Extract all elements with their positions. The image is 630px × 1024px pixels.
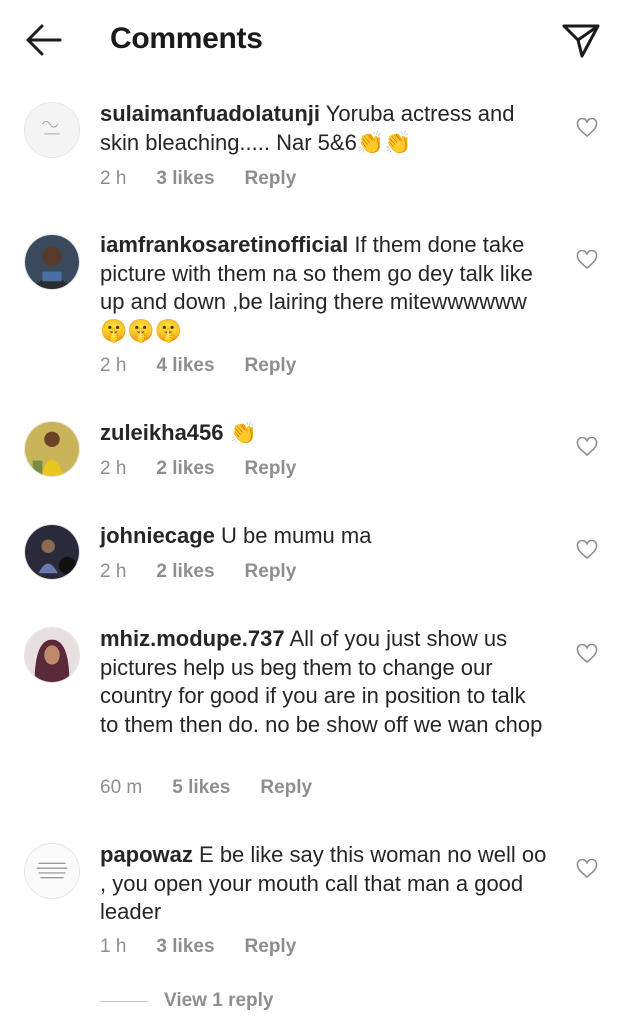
comments-header: Comments bbox=[0, 0, 630, 82]
heart-icon[interactable] bbox=[576, 437, 598, 457]
heart-icon[interactable] bbox=[576, 644, 598, 664]
comment-meta: 2 h 2 likes Reply bbox=[100, 561, 296, 583]
back-button[interactable] bbox=[24, 22, 64, 58]
paper-plane-icon bbox=[562, 24, 600, 58]
arrow-left-icon bbox=[26, 24, 62, 56]
comment-meta: 2 h 4 likes Reply bbox=[100, 355, 296, 377]
comment-time: 2 h bbox=[100, 355, 127, 376]
reply-button[interactable]: Reply bbox=[245, 458, 297, 480]
view-replies-label: View 1 reply bbox=[164, 990, 274, 1011]
avatar[interactable] bbox=[24, 843, 80, 899]
comment-likes[interactable]: 2 likes bbox=[156, 561, 214, 583]
comment-meta: 1 h 3 likes Reply bbox=[100, 936, 296, 958]
avatar[interactable] bbox=[24, 524, 80, 580]
avatar[interactable] bbox=[24, 102, 80, 158]
heart-icon[interactable] bbox=[576, 540, 598, 560]
comment-likes[interactable]: 3 likes bbox=[156, 168, 214, 190]
reply-divider bbox=[100, 1000, 148, 1002]
comment-meta: 60 m 5 likes Reply bbox=[100, 777, 312, 799]
reply-button[interactable]: Reply bbox=[245, 355, 297, 377]
comment-username[interactable]: zuleikha456 bbox=[100, 420, 224, 445]
page-title: Comments bbox=[110, 22, 263, 55]
avatar[interactable] bbox=[24, 421, 80, 477]
comment-time: 2 h bbox=[100, 168, 127, 189]
heart-icon[interactable] bbox=[576, 118, 598, 138]
avatar[interactable] bbox=[24, 234, 80, 290]
share-button[interactable] bbox=[560, 20, 602, 60]
comment-likes[interactable]: 4 likes bbox=[156, 355, 214, 377]
comment-body: papowaz E be like say this woman no well… bbox=[100, 841, 550, 927]
comment-time: 1 h bbox=[100, 936, 127, 957]
comment-meta: 2 h 3 likes Reply bbox=[100, 168, 296, 190]
comment-time: 60 m bbox=[100, 777, 143, 798]
comment-text: 👏 bbox=[229, 420, 258, 445]
reply-button[interactable]: Reply bbox=[245, 561, 297, 583]
comment-meta: 2 h 2 likes Reply bbox=[100, 458, 296, 480]
avatar[interactable] bbox=[24, 627, 80, 683]
comment-username[interactable]: sulaimanfuadolatunji bbox=[100, 101, 320, 126]
comment-username[interactable]: papowaz bbox=[100, 842, 193, 867]
view-replies-button[interactable]: View 1 reply bbox=[100, 990, 274, 1012]
heart-icon[interactable] bbox=[576, 859, 598, 879]
comment-time: 2 h bbox=[100, 561, 127, 582]
comment-username[interactable]: mhiz.modupe.737 bbox=[100, 626, 285, 651]
heart-icon[interactable] bbox=[576, 250, 598, 270]
comment-text: U be mumu ma bbox=[221, 523, 372, 548]
reply-button[interactable]: Reply bbox=[260, 777, 312, 799]
comment-body: sulaimanfuadolatunji Yoruba actress and … bbox=[100, 100, 550, 157]
comment-username[interactable]: iamfrankosaretinofficial bbox=[100, 232, 348, 257]
comment-likes[interactable]: 5 likes bbox=[172, 777, 230, 799]
comment-time: 2 h bbox=[100, 458, 127, 479]
comment-body: johniecage U be mumu ma bbox=[100, 522, 550, 551]
comment-likes[interactable]: 2 likes bbox=[156, 458, 214, 480]
comment-body: mhiz.modupe.737 All of you just show us … bbox=[100, 625, 550, 739]
comment-username[interactable]: johniecage bbox=[100, 523, 215, 548]
comment-body: iamfrankosaretinofficial If them done ta… bbox=[100, 231, 550, 345]
comment-body: zuleikha456 👏 bbox=[100, 419, 550, 448]
reply-button[interactable]: Reply bbox=[245, 936, 297, 958]
comment-likes[interactable]: 3 likes bbox=[156, 936, 214, 958]
reply-button[interactable]: Reply bbox=[245, 168, 297, 190]
